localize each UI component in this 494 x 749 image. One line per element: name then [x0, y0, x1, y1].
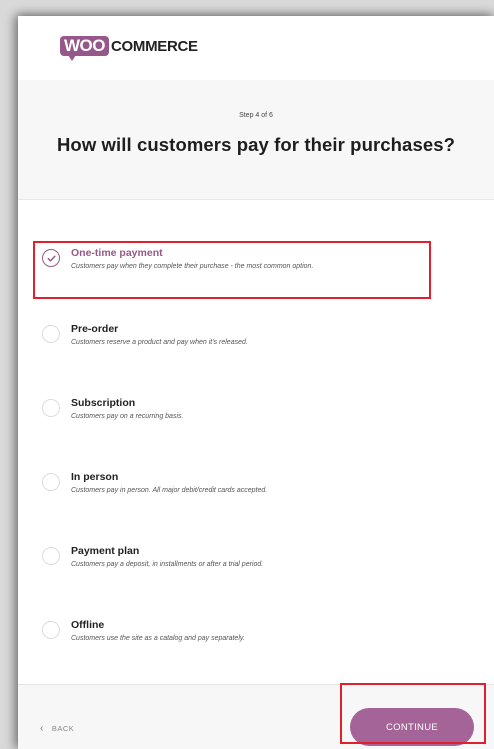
logo-woo-badge: WOO [60, 36, 109, 61]
back-button[interactable]: ‹ BACK [40, 723, 74, 734]
option-description: Customers pay on a recurring basis. [71, 413, 184, 420]
check-icon [47, 255, 56, 262]
option-title: One-time payment [71, 247, 163, 259]
back-label: BACK [51, 724, 75, 733]
logo-commerce-text: COMMERCE [111, 37, 198, 55]
step-indicator: Step 4 of 6 [239, 112, 273, 119]
option-description: Customers pay a deposit, in installments… [71, 561, 264, 568]
option-description: Customers pay when they complete their p… [71, 263, 314, 270]
radio-pre-order[interactable] [42, 325, 60, 343]
step-header: Step 4 of 6 How will customers pay for t… [18, 80, 494, 200]
option-pre-order[interactable]: Pre-order Customers reserve a product an… [40, 322, 480, 372]
radio-one-time-payment[interactable] [42, 249, 60, 267]
footer-bar: ‹ BACK CONTINUE [18, 684, 494, 749]
page-title: How will customers pay for their purchas… [56, 134, 456, 155]
option-title: In person [71, 471, 119, 483]
option-description: Customers reserve a product and pay when… [71, 339, 248, 346]
radio-offline[interactable] [42, 621, 60, 639]
continue-button[interactable]: CONTINUE [350, 708, 474, 746]
option-offline[interactable]: Offline Customers use the site as a cata… [40, 618, 480, 668]
radio-payment-plan[interactable] [42, 547, 60, 565]
option-title: Pre-order [71, 323, 119, 335]
option-description: Customers pay in person. All major debit… [71, 487, 268, 494]
radio-subscription[interactable] [42, 399, 60, 417]
onboarding-window: WOO COMMERCE Step 4 of 6 How will custom… [18, 16, 494, 749]
option-in-person[interactable]: In person Customers pay in person. All m… [40, 470, 480, 520]
woocommerce-logo: WOO COMMERCE [60, 33, 198, 61]
option-one-time-payment[interactable]: One-time payment Customers pay when they… [40, 246, 480, 296]
option-payment-plan[interactable]: Payment plan Customers pay a deposit, in… [40, 544, 480, 594]
radio-in-person[interactable] [42, 473, 60, 491]
option-description: Customers use the site as a catalog and … [71, 635, 245, 642]
option-title: Offline [71, 619, 105, 631]
option-subscription[interactable]: Subscription Customers pay on a recurrin… [40, 396, 480, 446]
chevron-left-icon: ‹ [40, 723, 44, 734]
option-title: Payment plan [71, 545, 140, 557]
option-title: Subscription [71, 397, 136, 409]
top-bar: WOO COMMERCE [18, 16, 494, 80]
